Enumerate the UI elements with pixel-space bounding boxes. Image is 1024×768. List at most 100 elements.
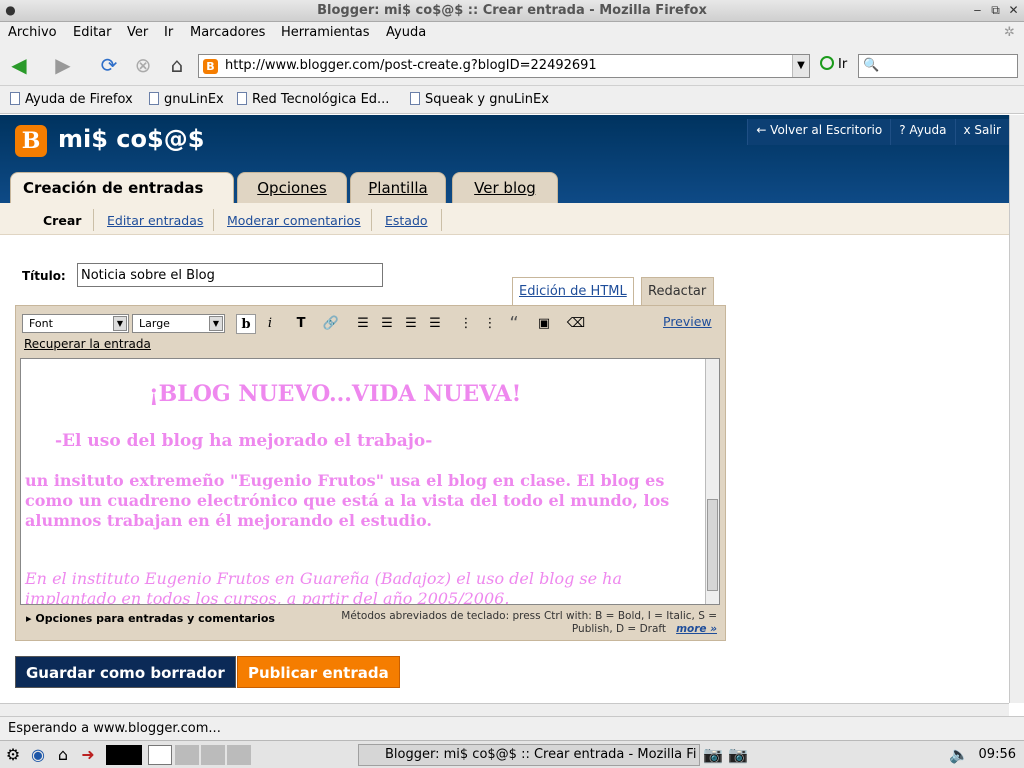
tab-view-blog[interactable]: Ver blog [452,172,558,203]
menu-ir[interactable]: Ir [164,25,173,40]
menu-herramientas[interactable]: Herramientas [281,25,370,40]
align-right-icon[interactable]: ☰ [401,314,421,334]
editor-scrollbar[interactable] [705,359,719,604]
separator [93,209,94,231]
blockquote-icon[interactable]: “ [504,314,524,334]
menu-marcadores[interactable]: Marcadores [190,25,265,40]
bookmarks-toolbar: Ayuda de Firefox gnuLinEx Red Tecnológic… [0,86,1024,114]
url-dropdown-icon[interactable]: ▼ [792,55,809,77]
preview-link[interactable]: Preview [663,314,712,329]
menu-ver[interactable]: Ver [127,25,148,40]
navigation-toolbar: ◀ ▶ ⟳ ⊗ ⌂ B http://www.blogger.com/post-… [0,44,1024,86]
post-options-label: Opciones para entradas y comentarios [35,612,275,625]
font-select[interactable]: Font ▼ [22,314,129,333]
triangle-right-icon: ▸ [26,612,36,625]
title-label: Título: [22,269,66,283]
eraser-icon[interactable]: ⌫ [566,314,586,334]
recover-post-link[interactable]: Recuperar la entrada [24,337,151,351]
sub-navigation: Crear Editar entradas Moderar comentario… [0,203,1009,235]
home-icon[interactable]: ⌂ [52,745,74,765]
minimize-icon[interactable]: ‒ [970,3,985,18]
align-center-icon[interactable]: ☰ [377,314,397,334]
bookmark-label: Ayuda de Firefox [25,92,133,107]
link-icon[interactable]: 🔗 [321,314,341,334]
post-options-toggle[interactable]: ▸ Opciones para entradas y comentarios [26,612,275,625]
throbber-icon: ✲ [1004,25,1015,40]
page-icon [149,92,159,105]
shortcuts-line: Métodos abreviados de teclado: press Ctr… [341,610,717,622]
forward-arrow-icon[interactable]: ▶ [50,52,76,78]
menu-bar: Archivo Editar Ver Ir Marcadores Herrami… [0,22,1024,44]
align-left-icon[interactable]: ☰ [353,314,373,334]
taskbar-window-item[interactable]: Blogger: mi$ co$@$ :: Crear entrada - Mo… [358,744,700,766]
bookmark-label: Red Tecnológica Ed... [252,92,390,107]
bookmark-item[interactable]: Ayuda de Firefox [10,92,133,107]
desktop-3[interactable] [201,745,225,765]
home-icon[interactable]: ⌂ [164,52,190,78]
body-paragraph: En el instituto Eugenio Frutos en Guareñ… [25,569,623,605]
bold-button[interactable]: b [236,314,256,334]
more-shortcuts-link[interactable]: more » [676,623,717,635]
url-bar[interactable]: B http://www.blogger.com/post-create.g?b… [198,54,810,78]
desktop-4[interactable] [227,745,251,765]
maximize-icon[interactable]: ⧉ [988,3,1003,18]
save-draft-button[interactable]: Guardar como borrador [15,656,236,688]
page-icon [10,92,20,105]
size-select[interactable]: Large ▼ [132,314,225,333]
speaker-icon[interactable]: 🔈 [948,745,970,765]
scrollbar-thumb[interactable] [707,499,718,591]
numbered-list-icon[interactable]: ⋮ [456,314,476,334]
search-input[interactable]: 🔍 [858,54,1018,78]
help-link[interactable]: ? Ayuda [890,119,955,145]
logout-icon[interactable]: ➜ [77,745,99,765]
menu-archivo[interactable]: Archivo [8,25,57,40]
camera-icon[interactable]: 📷 [727,745,749,765]
status-bar: Esperando a www.blogger.com... [0,716,1024,740]
page-content: B mi$ co$@$ ← Volver al Escritorio ? Ayu… [0,115,1009,703]
search-icon: 🔍 [863,58,880,73]
tab-posting[interactable]: Creación de entradas [10,172,234,204]
bookmark-item[interactable]: gnuLinEx [149,92,224,107]
menu-ayuda[interactable]: Ayuda [386,25,426,40]
bookmark-item[interactable]: Squeak y gnuLinEx [410,92,549,107]
back-to-dashboard-link[interactable]: ← Volver al Escritorio [747,119,891,145]
page-scrollbar[interactable] [1009,115,1024,703]
stop-icon[interactable]: ⊗ [130,52,156,78]
bookmark-item[interactable]: Red Tecnológica Ed... [237,92,389,107]
window-title: Blogger: mi$ co$@$ :: Crear entrada - Mo… [317,3,707,18]
back-arrow-icon[interactable]: ◀ [6,52,32,78]
start-menu-icon[interactable]: ⚙ [2,745,24,765]
post-editor: Font ▼ Large ▼ b i T 🔗 ☰ ☰ ☰ ☰ ⋮ ⋮ “ ▣ ⌫ P… [15,305,726,641]
close-icon[interactable]: ✕ [1006,3,1021,18]
desktop-1[interactable] [148,745,172,765]
camera-icon[interactable]: 📷 [702,745,724,765]
top-links: ← Volver al Escritorio ? Ayuda x Salir [747,119,1009,145]
reload-icon[interactable]: ⟳ [96,52,122,78]
menu-editar[interactable]: Editar [73,25,112,40]
subtab-moderate-comments[interactable]: Moderar comentarios [227,213,361,228]
subtab-status[interactable]: Estado [385,213,428,228]
publish-post-button[interactable]: Publicar entrada [237,656,400,688]
sign-out-link[interactable]: x Salir [954,119,1009,145]
terminal-icon[interactable] [106,745,142,765]
horizontal-scrollbar[interactable] [0,703,1009,716]
bullet-list-icon[interactable]: ⋮ [480,314,500,334]
tab-template[interactable]: Plantilla [350,172,446,203]
title-input[interactable] [77,263,383,287]
italic-button[interactable]: i [260,314,280,334]
body-subheading: -El uso del blog ha mejorado el trabajo- [55,431,433,451]
text-color-icon[interactable]: T [291,314,311,334]
subtab-edit-posts[interactable]: Editar entradas [107,213,203,228]
align-justify-icon[interactable]: ☰ [425,314,445,334]
subtab-create[interactable]: Crear [43,213,81,228]
tab-edit-html[interactable]: Edición de HTML [512,277,634,307]
tab-compose[interactable]: Redactar [641,277,714,307]
image-icon[interactable]: ▣ [534,314,554,334]
desktop-2[interactable] [175,745,199,765]
post-body-editor[interactable]: ¡BLOG NUEVO...VIDA NUEVA! -El uso del bl… [20,358,720,605]
tab-settings[interactable]: Opciones [237,172,347,203]
bookmark-label: gnuLinEx [164,92,224,107]
go-button[interactable]: Ir [820,56,847,72]
body-heading: ¡BLOG NUEVO...VIDA NUEVA! [149,381,522,407]
globe-icon[interactable]: ◉ [27,745,49,765]
